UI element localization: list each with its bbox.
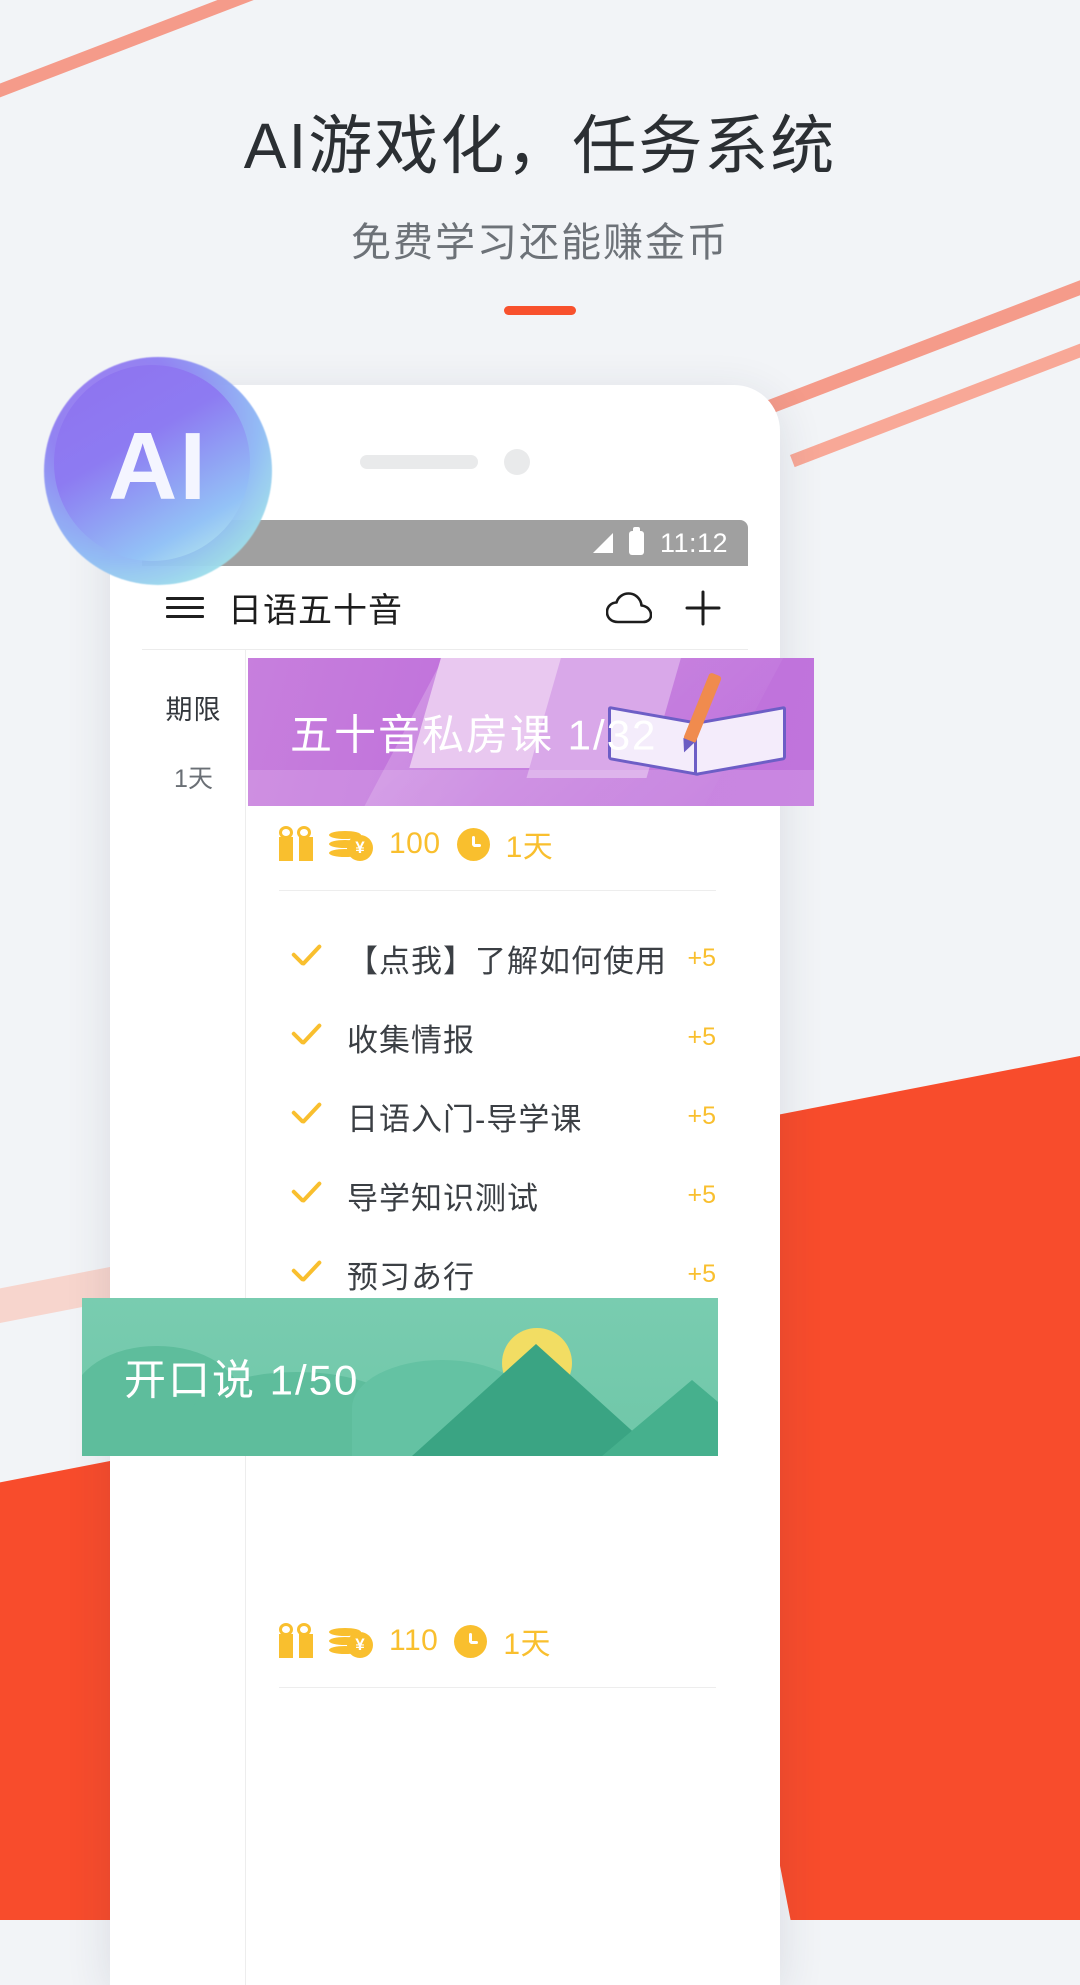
gift-icon bbox=[279, 826, 313, 861]
course-banner-title: 五十音私房课 1/32 bbox=[290, 711, 658, 759]
speak-banner-card[interactable]: 开口说 1/50 bbox=[82, 1298, 718, 1456]
front-camera-icon bbox=[504, 449, 530, 475]
status-bar-time: 11:12 bbox=[659, 527, 728, 558]
task-points: +5 bbox=[687, 1023, 716, 1051]
app-title: 日语五十音 bbox=[228, 592, 403, 630]
signal-triangle-icon bbox=[592, 533, 613, 553]
task-row[interactable]: 日语入门-导学课 +5 bbox=[247, 1077, 748, 1156]
duration-top: 1天 bbox=[505, 831, 554, 864]
clock-icon bbox=[456, 827, 490, 861]
deadline-label: 期限 bbox=[165, 695, 222, 725]
decor-stripe-top-right-2 bbox=[790, 336, 1080, 468]
speak-banner-title: 开口说 1/50 bbox=[124, 1356, 360, 1404]
coin-amount-top: 100 bbox=[389, 827, 441, 860]
ai-badge: AI bbox=[44, 357, 272, 585]
promo-heading-group: AI游戏化，任务系统 免费学习还能赚金币 bbox=[0, 0, 1080, 315]
decor-mountain-2 bbox=[602, 1377, 718, 1456]
plus-icon[interactable] bbox=[682, 587, 724, 629]
phone-speaker-group bbox=[360, 449, 530, 475]
divider bbox=[279, 1687, 716, 1688]
page-subtitle: 免费学习还能赚金币 bbox=[351, 220, 729, 265]
phone-mockup: 11:12 日语五十音 期限 1天 ¥ 100 1天 【点我】了解如何使用 +5… bbox=[110, 385, 780, 1985]
task-list: 【点我】了解如何使用 +5 收集情报 +5 日语入门-导学课 +5 导学知识测试… bbox=[247, 891, 748, 1314]
title-underline-rule bbox=[504, 305, 576, 315]
page-title: AI游戏化，任务系统 bbox=[243, 110, 837, 182]
duration-bottom: 1天 bbox=[503, 1628, 552, 1661]
check-icon bbox=[287, 940, 325, 978]
clock-icon bbox=[454, 1624, 488, 1658]
ai-badge-label: AI bbox=[108, 413, 208, 520]
check-icon bbox=[287, 1019, 325, 1057]
task-row[interactable]: 收集情报 +5 bbox=[247, 998, 748, 1077]
check-icon bbox=[287, 1098, 325, 1136]
check-icon bbox=[287, 1256, 325, 1294]
task-points: +5 bbox=[687, 1181, 716, 1209]
task-points: +5 bbox=[687, 1260, 716, 1288]
deadline-value: 1天 bbox=[174, 765, 213, 793]
coin-stack-yen-icon: ¥ bbox=[329, 827, 373, 861]
check-icon bbox=[287, 1177, 325, 1215]
reward-row-top: ¥ 100 1天 bbox=[247, 798, 748, 890]
hamburger-menu-icon[interactable] bbox=[166, 595, 204, 621]
task-points: +5 bbox=[687, 944, 716, 972]
task-row[interactable]: 【点我】了解如何使用 +5 bbox=[247, 919, 748, 998]
speaker-grille bbox=[360, 455, 478, 469]
gift-icon bbox=[279, 1623, 313, 1658]
coin-stack-yen-icon: ¥ bbox=[329, 1624, 373, 1658]
course-banner-card[interactable]: 五十音私房课 1/32 bbox=[248, 658, 814, 806]
task-points: +5 bbox=[687, 1102, 716, 1130]
task-label: 导学知识测试 bbox=[347, 1181, 539, 1216]
task-label: 预习あ行 bbox=[347, 1260, 475, 1295]
speak-banner-placeholder bbox=[247, 1443, 748, 1595]
coin-amount-bottom: 110 bbox=[389, 1624, 439, 1657]
battery-full-icon bbox=[628, 527, 644, 555]
task-label: 【点我】了解如何使用 bbox=[347, 944, 667, 979]
task-label: 收集情报 bbox=[347, 1023, 475, 1058]
task-row[interactable]: 导学知识测试 +5 bbox=[247, 1156, 748, 1235]
reward-row-bottom: ¥ 110 1天 bbox=[247, 1595, 748, 1687]
task-label: 日语入门-导学课 bbox=[347, 1102, 583, 1137]
cloud-icon[interactable] bbox=[606, 591, 652, 624]
